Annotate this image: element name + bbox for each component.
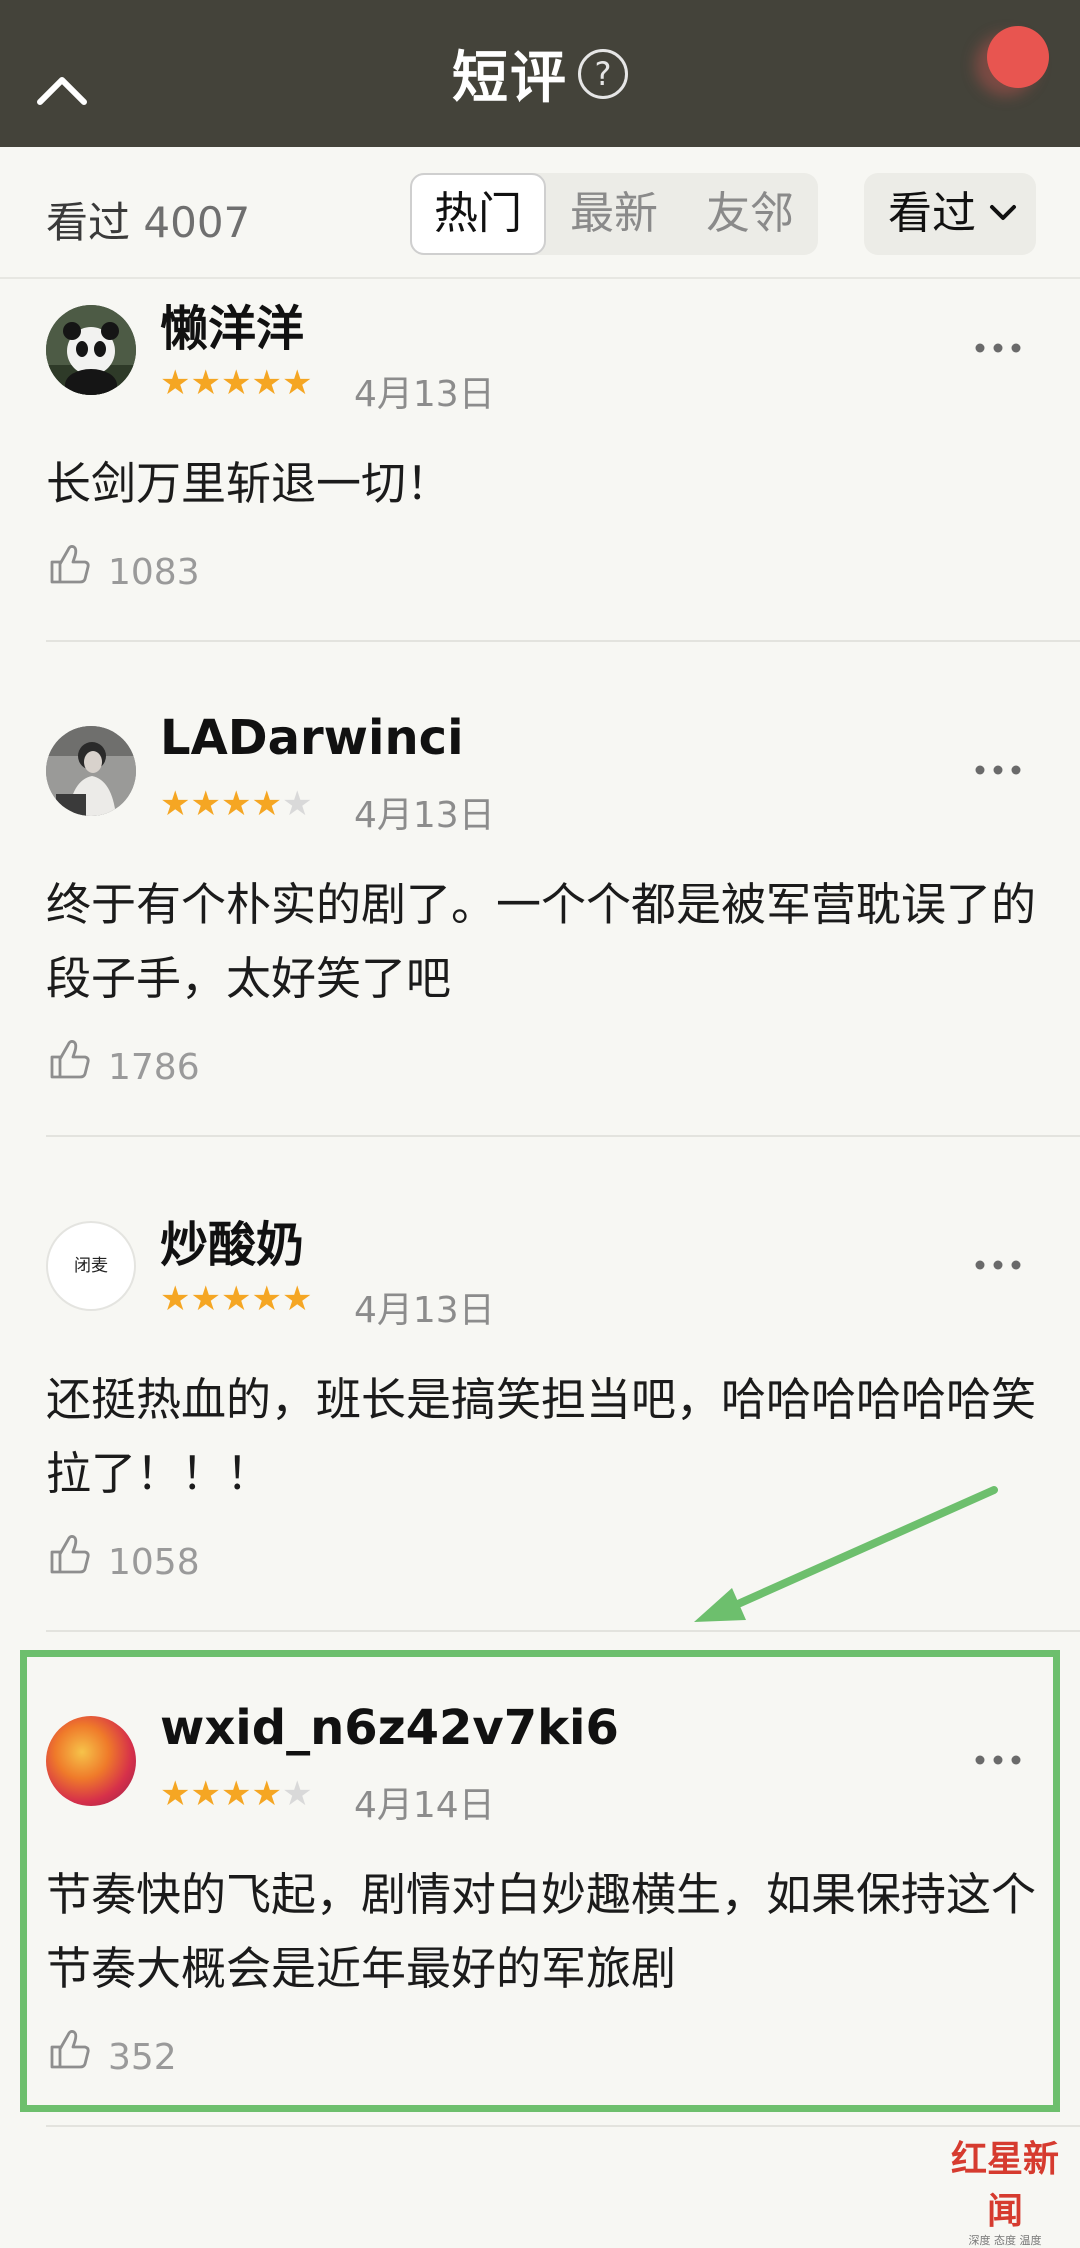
star-icon: ★ xyxy=(281,1279,313,1319)
star-icon: ★ xyxy=(160,363,191,403)
username[interactable]: 懒洋洋 xyxy=(160,289,304,359)
rating-stars: ★★★★★ xyxy=(160,365,312,401)
tab-latest[interactable]: 最新 xyxy=(546,173,682,255)
watermark-tagline: 深度 态度 温度 xyxy=(968,2234,1042,2247)
star-icon: ★ xyxy=(251,1279,282,1319)
comment-date: 4月13日 xyxy=(354,374,495,415)
comment-text: 终于有个朴实的剧了。一个个都是被军营耽误了的段子手，太好笑了吧 xyxy=(46,878,1037,1005)
star-icon: ★ xyxy=(281,363,313,403)
like-count: 1058 xyxy=(108,1542,200,1583)
annotation-arrow-icon xyxy=(694,1486,998,1622)
star-icon: ★ xyxy=(220,1279,252,1319)
portrait-avatar-icon xyxy=(46,726,136,816)
filter-bar: 看过 4007 热门 最新 友邻 看过 xyxy=(0,147,1080,279)
star-icon: ★ xyxy=(190,784,221,824)
page-title: 短评 xyxy=(452,46,568,111)
help-icon[interactable]: ? xyxy=(578,48,628,99)
star-icon: ★ xyxy=(220,363,252,403)
star-icon: ★ xyxy=(251,363,282,403)
star-icon: ★ xyxy=(160,1279,191,1319)
avatar[interactable]: 闭麦 xyxy=(46,1221,136,1311)
comment-item: 懒洋洋 ★★★★★ 4月13日 长剑万里斩退一切！ 1083 xyxy=(0,277,1080,642)
more-options-icon[interactable] xyxy=(974,764,1022,776)
sort-tabs: 热门 最新 友邻 xyxy=(410,173,818,255)
star-icon: ★ xyxy=(251,784,282,824)
username[interactable]: LADarwinci xyxy=(160,710,464,766)
more-options-icon[interactable] xyxy=(974,342,1022,354)
star-icon: ★ xyxy=(190,1279,221,1319)
recording-indicator-icon xyxy=(987,26,1049,88)
thumbs-up-icon[interactable] xyxy=(48,1037,92,1081)
thumbs-up-icon[interactable] xyxy=(48,542,92,586)
seen-filter-dropdown[interactable]: 看过 xyxy=(864,173,1036,255)
username[interactable]: 炒酸奶 xyxy=(160,1205,304,1275)
star-empty-icon: ★ xyxy=(281,784,313,824)
dropdown-label: 看过 xyxy=(888,188,976,239)
avatar[interactable] xyxy=(46,726,136,816)
rating-stars: ★★★★★ xyxy=(160,786,312,822)
title-group: 短评 ? xyxy=(0,0,1080,147)
star-icon: ★ xyxy=(220,784,252,824)
like-count: 1786 xyxy=(108,1047,200,1088)
chevron-down-icon xyxy=(990,205,1016,220)
tab-friends[interactable]: 友邻 xyxy=(682,173,818,255)
seen-number: 4007 xyxy=(143,198,251,247)
star-icon: ★ xyxy=(160,784,191,824)
seen-label: 看过 xyxy=(46,198,131,247)
comment-date: 4月13日 xyxy=(354,1290,495,1331)
comment-item: LADarwinci ★★★★★ 4月13日 终于有个朴实的剧了。一个个都是被军… xyxy=(0,642,1080,1137)
star-icon: ★ xyxy=(190,363,221,403)
divider xyxy=(46,2125,1080,2127)
tab-hot[interactable]: 热门 xyxy=(410,173,546,255)
thumbs-up-icon[interactable] xyxy=(48,1532,92,1576)
highlight-box xyxy=(20,1650,1060,2112)
avatar[interactable] xyxy=(46,305,136,395)
like-count: 1083 xyxy=(108,552,200,593)
comment-date: 4月13日 xyxy=(354,795,495,836)
seen-count: 看过 4007 xyxy=(46,189,250,250)
watermark-title: 红星新闻 xyxy=(950,2138,1059,2232)
watermark-logo: 红星新闻 深度 态度 温度 xyxy=(940,2130,1070,2248)
top-bar: 短评 ? xyxy=(0,0,1080,147)
more-options-icon[interactable] xyxy=(974,1259,1022,1271)
comment-text: 长剑万里斩退一切！ xyxy=(46,457,452,510)
panda-avatar-icon xyxy=(46,305,136,395)
rating-stars: ★★★★★ xyxy=(160,1281,312,1317)
